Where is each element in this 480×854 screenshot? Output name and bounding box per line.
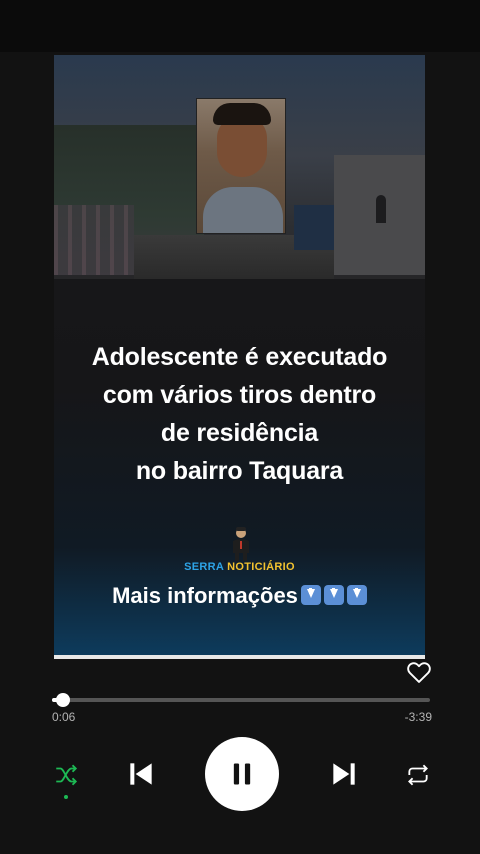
photo-shirt [203,187,283,233]
brand-logo-text: SERRA NOTICIÁRIO [54,561,425,573]
more-info-text: Mais informações [112,583,298,608]
victim-photo [196,98,286,234]
shuffle-active-dot [64,795,68,799]
brand-logo-figure [233,527,249,561]
repeat-icon[interactable] [405,762,431,788]
headline-line: de residência [160,419,319,447]
pause-icon [233,763,251,785]
headline-line: com vários tiros dentro [102,381,377,409]
remaining-time: -3:39 [404,710,432,724]
card-bottom-edge [54,655,425,659]
street-photo [54,55,425,279]
current-time: 0:06 [52,710,76,724]
photo-window [376,195,386,223]
brand-word-1: SERRA [184,561,224,573]
top-bar [0,0,480,52]
heart-icon[interactable] [405,658,433,686]
shuffle-icon[interactable] [53,762,79,788]
photo-hair [213,103,271,125]
headline: Adolescente é executado com vários tiros… [54,338,425,490]
brand-word-2: NOTICIÁRIO [227,561,295,573]
down-arrow-emoji-icon [300,585,321,605]
headline-line: Adolescente é executado [91,343,388,371]
photo-wall [54,205,134,275]
pause-button[interactable] [205,737,279,811]
down-arrow-emoji-icon [346,585,367,605]
more-info: Mais informações [54,583,425,609]
skip-previous-icon[interactable] [125,758,157,790]
progress-bar[interactable] [52,693,430,707]
headline-line: no bairro Taquara [135,457,344,485]
progress-thumb[interactable] [56,693,71,707]
photo-house [294,205,334,250]
video-card[interactable]: Adolescente é executado com vários tiros… [54,55,425,655]
skip-next-icon[interactable] [328,758,360,790]
down-arrow-emoji-icon [323,585,344,605]
